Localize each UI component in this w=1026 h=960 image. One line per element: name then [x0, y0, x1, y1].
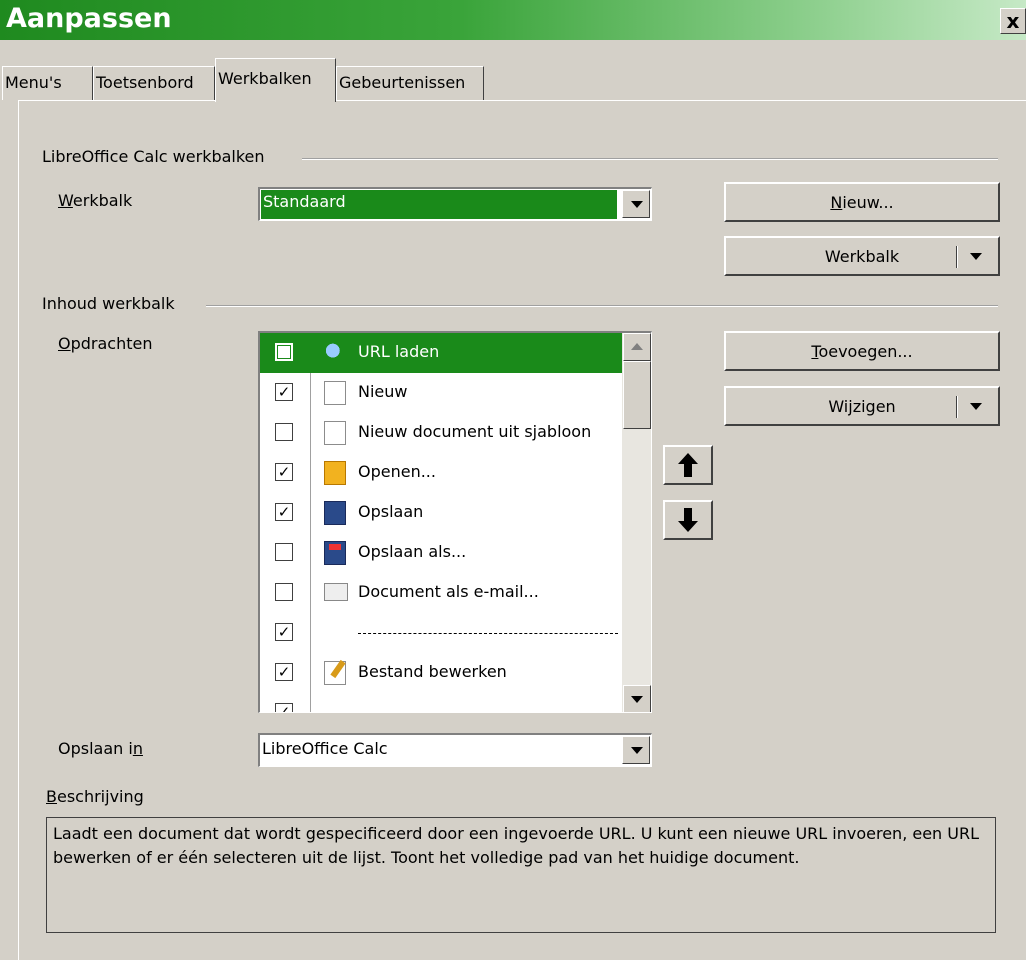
scroll-thumb[interactable] [623, 361, 651, 429]
move-up-button[interactable] [663, 445, 713, 485]
content-group-title: Inhoud werkbalk [42, 294, 175, 313]
save-as-icon [324, 541, 346, 565]
separator-line [358, 633, 618, 634]
checkbox[interactable] [275, 423, 293, 441]
scroll-down-icon[interactable] [623, 685, 651, 712]
save-icon [324, 501, 346, 525]
move-down-button[interactable] [663, 500, 713, 540]
url-icon [324, 341, 346, 365]
scroll-up-icon[interactable] [623, 333, 651, 361]
list-item[interactable]: Nieuw document uit sjabloon [260, 413, 622, 453]
list-item[interactable]: ✓ Openen... [260, 453, 622, 493]
content-group-rule [206, 305, 998, 307]
description-label: Beschrijving [46, 787, 144, 806]
list-item[interactable]: URL laden [260, 333, 622, 373]
list-item[interactable]: ✓ Nieuw [260, 373, 622, 413]
chevron-down-icon [970, 253, 982, 260]
window-title: Aanpassen [6, 3, 172, 34]
list-item[interactable]: ✓ Opslaan [260, 493, 622, 533]
save-in-select[interactable]: LibreOffice Calc [258, 733, 652, 767]
list-item[interactable]: ✓ Bestand bewerken [260, 653, 622, 693]
template-document-icon [324, 421, 346, 445]
save-in-label: Opslaan in [58, 739, 143, 758]
email-document-icon [324, 583, 348, 601]
checkbox[interactable]: ✓ [275, 383, 293, 401]
toolbar-label: Werkbalk [58, 191, 133, 210]
checkbox[interactable]: ✓ [275, 663, 293, 681]
checkbox[interactable] [275, 543, 293, 561]
arrow-up-icon [678, 453, 698, 477]
modify-button-label: Wijzigen [828, 397, 896, 416]
toolbar-menu-button-label: Werkbalk [824, 247, 900, 266]
commands-label: Opdrachten [58, 334, 153, 353]
edit-file-icon [324, 661, 346, 685]
checkbox[interactable]: ✓ [275, 703, 293, 712]
checkbox[interactable] [275, 583, 293, 601]
commands-list[interactable]: URL laden ✓ Nieuw Nieuw document uit sja… [258, 331, 652, 713]
tab-events[interactable]: Gebeurtenissen [336, 66, 484, 100]
checkbox[interactable]: ✓ [275, 503, 293, 521]
tab-menus[interactable]: Menu's [2, 66, 93, 100]
save-in-value: LibreOffice Calc [262, 739, 388, 758]
tab-toolbars[interactable]: Werkbalken [215, 58, 336, 102]
new-toolbar-button[interactable]: Nieuw... [724, 182, 1000, 222]
add-command-button[interactable]: Toevoegen... [724, 331, 1000, 371]
new-document-icon [324, 381, 346, 405]
toolbar-select-dropdown-icon[interactable] [622, 190, 650, 218]
description-box: Laadt een document dat wordt gespecifice… [46, 817, 996, 933]
checkbox[interactable] [275, 343, 293, 361]
toolbars-group-rule [302, 158, 998, 160]
save-in-dropdown-icon[interactable] [622, 736, 650, 764]
arrow-down-icon [678, 508, 698, 532]
list-scrollbar[interactable] [622, 333, 651, 712]
list-item[interactable]: ✓ [260, 693, 622, 712]
list-item[interactable]: Document als e-mail... [260, 573, 622, 613]
chevron-down-icon [970, 403, 982, 410]
title-bar: Aanpassen x [0, 0, 1026, 40]
checkbox[interactable]: ✓ [275, 623, 293, 641]
toolbar-select[interactable]: Standaard [258, 187, 652, 221]
toolbars-group-title: LibreOffice Calc werkbalken [42, 147, 265, 166]
tab-keyboard[interactable]: Toetsenbord [93, 66, 215, 100]
toolbar-menu-button[interactable]: Werkbalk [724, 236, 1000, 276]
modify-button[interactable]: Wijzigen [724, 386, 1000, 426]
open-folder-icon [324, 461, 346, 485]
checkbox[interactable]: ✓ [275, 463, 293, 481]
list-item[interactable]: Opslaan als... [260, 533, 622, 573]
close-button[interactable]: x [1000, 8, 1026, 34]
toolbar-select-value: Standaard [261, 190, 617, 219]
list-item[interactable]: ✓ [260, 613, 622, 653]
